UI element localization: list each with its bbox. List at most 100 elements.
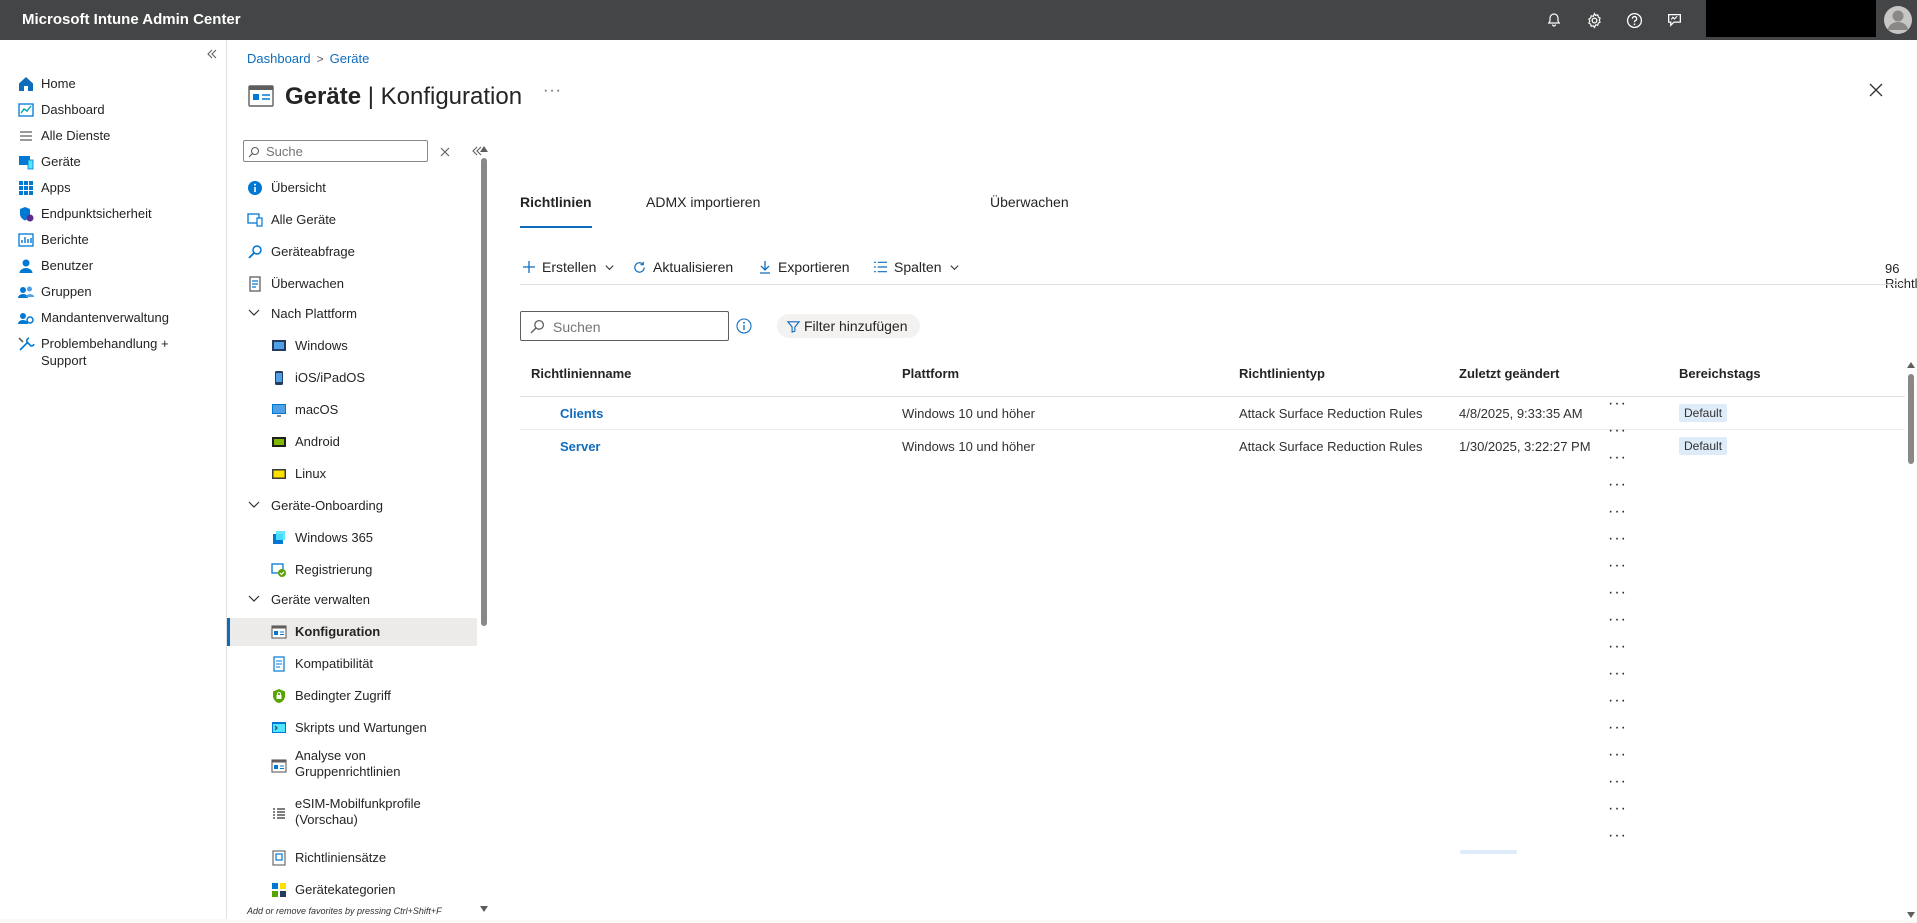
menu-item-monitor[interactable]: Überwachen bbox=[227, 270, 477, 298]
menu-item-gp-analytics[interactable]: Analyse von Gruppenrichtlinien bbox=[227, 746, 477, 788]
menu-item-overview[interactable]: Übersicht bbox=[227, 174, 477, 202]
info-icon[interactable] bbox=[736, 318, 752, 334]
nav-item-label: Endpunktsicherheit bbox=[41, 206, 152, 221]
tab-admx-import[interactable]: ADMX importieren bbox=[646, 194, 760, 224]
policy-search-field[interactable] bbox=[520, 311, 729, 341]
nav-item-dashboard[interactable]: Dashboard bbox=[0, 96, 226, 124]
row-more-button[interactable]: ··· bbox=[1608, 801, 1627, 817]
column-header-platform[interactable]: Plattform bbox=[902, 366, 959, 381]
menu-group-device-onboarding[interactable]: Geräte-Onboarding bbox=[227, 492, 477, 520]
nav-item-endpoint-security[interactable]: Endpunktsicherheit bbox=[0, 200, 226, 228]
menu-group-manage-devices[interactable]: Geräte verwalten bbox=[227, 586, 477, 614]
row-more-button[interactable]: ··· bbox=[1608, 423, 1627, 439]
nav-item-home[interactable]: Home bbox=[0, 70, 226, 98]
app-title[interactable]: Microsoft Intune Admin Center bbox=[22, 11, 241, 28]
policy-name-link[interactable]: Server bbox=[560, 439, 600, 454]
menu-item-compliance[interactable]: Kompatibilität bbox=[227, 650, 477, 678]
menu-item-device-query[interactable]: Geräteabfrage bbox=[227, 238, 477, 266]
menu-item-enrollment[interactable]: Registrierung bbox=[227, 556, 477, 584]
gear-icon[interactable] bbox=[1582, 8, 1606, 32]
menu-item-windows[interactable]: Windows bbox=[227, 332, 477, 360]
tab-policies[interactable]: Richtlinien bbox=[520, 194, 592, 228]
breadcrumb: Dashboard > Geräte bbox=[247, 50, 369, 66]
close-icon[interactable] bbox=[1868, 82, 1886, 100]
nav-item-apps[interactable]: Apps bbox=[0, 174, 226, 202]
collapse-nav-icon[interactable] bbox=[206, 47, 218, 59]
row-more-button[interactable]: ··· bbox=[1608, 585, 1627, 601]
menu-search-input[interactable] bbox=[264, 143, 418, 160]
nav-item-label: Home bbox=[41, 76, 76, 91]
row-more-button[interactable]: ··· bbox=[1608, 774, 1627, 790]
columns-button[interactable]: Spalten bbox=[873, 254, 966, 280]
row-more-button[interactable]: ··· bbox=[1608, 450, 1627, 466]
menu-search-field[interactable] bbox=[243, 140, 428, 162]
column-header-type[interactable]: Richtlinientyp bbox=[1239, 366, 1325, 381]
menu-item-conditional-access[interactable]: Bedingter Zugriff bbox=[227, 682, 477, 710]
feedback-icon[interactable] bbox=[1662, 8, 1686, 32]
row-more-button[interactable]: ··· bbox=[1608, 396, 1627, 412]
chevron-down-icon bbox=[247, 592, 263, 608]
help-icon[interactable] bbox=[1622, 8, 1646, 32]
policy-name-link[interactable]: Clients bbox=[560, 406, 603, 421]
refresh-button[interactable]: Aktualisieren bbox=[632, 254, 733, 280]
menu-item-device-categories[interactable]: Gerätekategorien bbox=[227, 876, 477, 904]
menu-item-configuration[interactable]: Konfiguration bbox=[227, 618, 477, 646]
row-more-button[interactable]: ··· bbox=[1608, 531, 1627, 547]
menu-item-all-devices[interactable]: Alle Geräte bbox=[227, 206, 477, 234]
conditional-access-icon bbox=[271, 688, 287, 704]
esim-icon bbox=[271, 806, 287, 822]
policy-sets-icon bbox=[271, 850, 287, 866]
menu-item-scripts[interactable]: Skripts und Wartungen bbox=[227, 714, 477, 742]
avatar[interactable] bbox=[1878, 0, 1917, 40]
row-more-button[interactable]: ··· bbox=[1608, 666, 1627, 682]
menu-item-linux[interactable]: Linux bbox=[227, 460, 477, 488]
plus-icon bbox=[523, 261, 535, 273]
all-devices-icon bbox=[247, 212, 263, 228]
nav-item-label-line2: Support bbox=[41, 353, 87, 368]
row-more-button[interactable]: ··· bbox=[1608, 720, 1627, 736]
tenant-admin-icon bbox=[17, 309, 35, 327]
nav-item-users[interactable]: Benutzer bbox=[0, 252, 226, 280]
add-filter-button[interactable]: Filter hinzufügen bbox=[777, 314, 920, 338]
nav-item-groups[interactable]: Gruppen bbox=[0, 278, 226, 306]
row-more-button[interactable]: ··· bbox=[1608, 639, 1627, 655]
export-button[interactable]: Exportieren bbox=[758, 254, 850, 280]
menu-scrollbar[interactable] bbox=[480, 146, 488, 916]
column-header-modified[interactable]: Zuletzt geändert bbox=[1459, 366, 1559, 381]
nav-item-troubleshooting[interactable]: Problembehandlung + Support bbox=[0, 330, 226, 374]
bell-icon[interactable] bbox=[1542, 8, 1566, 32]
more-options-button[interactable]: ··· bbox=[543, 82, 562, 100]
create-button[interactable]: Erstellen bbox=[522, 254, 621, 280]
nav-item-reports[interactable]: Berichte bbox=[0, 226, 226, 254]
menu-item-policy-sets[interactable]: Richtliniensätze bbox=[227, 844, 477, 872]
row-more-button[interactable]: ··· bbox=[1608, 477, 1627, 493]
account-info[interactable] bbox=[1706, 0, 1876, 37]
tab-monitor[interactable]: Überwachen bbox=[990, 194, 1069, 224]
table-row[interactable]: Server Windows 10 und höher Attack Surfa… bbox=[520, 430, 1905, 463]
menu-item-ios[interactable]: iOS/iPadOS bbox=[227, 364, 477, 392]
row-more-button[interactable]: ··· bbox=[1608, 747, 1627, 763]
row-more-button[interactable]: ··· bbox=[1608, 612, 1627, 628]
breadcrumb-devices[interactable]: Geräte bbox=[330, 51, 370, 66]
row-more-button[interactable]: ··· bbox=[1608, 693, 1627, 709]
row-more-button[interactable]: ··· bbox=[1608, 558, 1627, 574]
row-more-button[interactable]: ··· bbox=[1608, 828, 1627, 844]
nav-item-devices[interactable]: Geräte bbox=[0, 148, 226, 176]
column-header-scope-tags[interactable]: Bereichstags bbox=[1679, 366, 1761, 381]
row-more-button[interactable]: ··· bbox=[1608, 504, 1627, 520]
menu-item-android[interactable]: Android bbox=[227, 428, 477, 456]
nav-item-tenant-admin[interactable]: Mandantenverwaltung bbox=[0, 304, 226, 332]
table-scrollbar[interactable] bbox=[1907, 362, 1915, 920]
menu-item-esim[interactable]: eSIM-Mobilfunkprofile (Vorschau) bbox=[227, 794, 477, 836]
reports-icon bbox=[17, 231, 35, 249]
scope-tag-badge: Default bbox=[1679, 404, 1728, 422]
column-header-name[interactable]: Richtlinienname bbox=[531, 366, 631, 381]
breadcrumb-dashboard[interactable]: Dashboard bbox=[247, 51, 311, 66]
policy-search-input[interactable] bbox=[551, 318, 725, 336]
nav-item-all-services[interactable]: Alle Dienste bbox=[0, 122, 226, 150]
menu-item-windows365[interactable]: Windows 365 bbox=[227, 524, 477, 552]
table-row[interactable]: Clients Windows 10 und höher Attack Surf… bbox=[520, 397, 1905, 430]
menu-group-by-platform[interactable]: Nach Plattform bbox=[227, 300, 477, 328]
menu-item-macos[interactable]: macOS bbox=[227, 396, 477, 424]
clear-search-icon[interactable] bbox=[440, 144, 450, 157]
